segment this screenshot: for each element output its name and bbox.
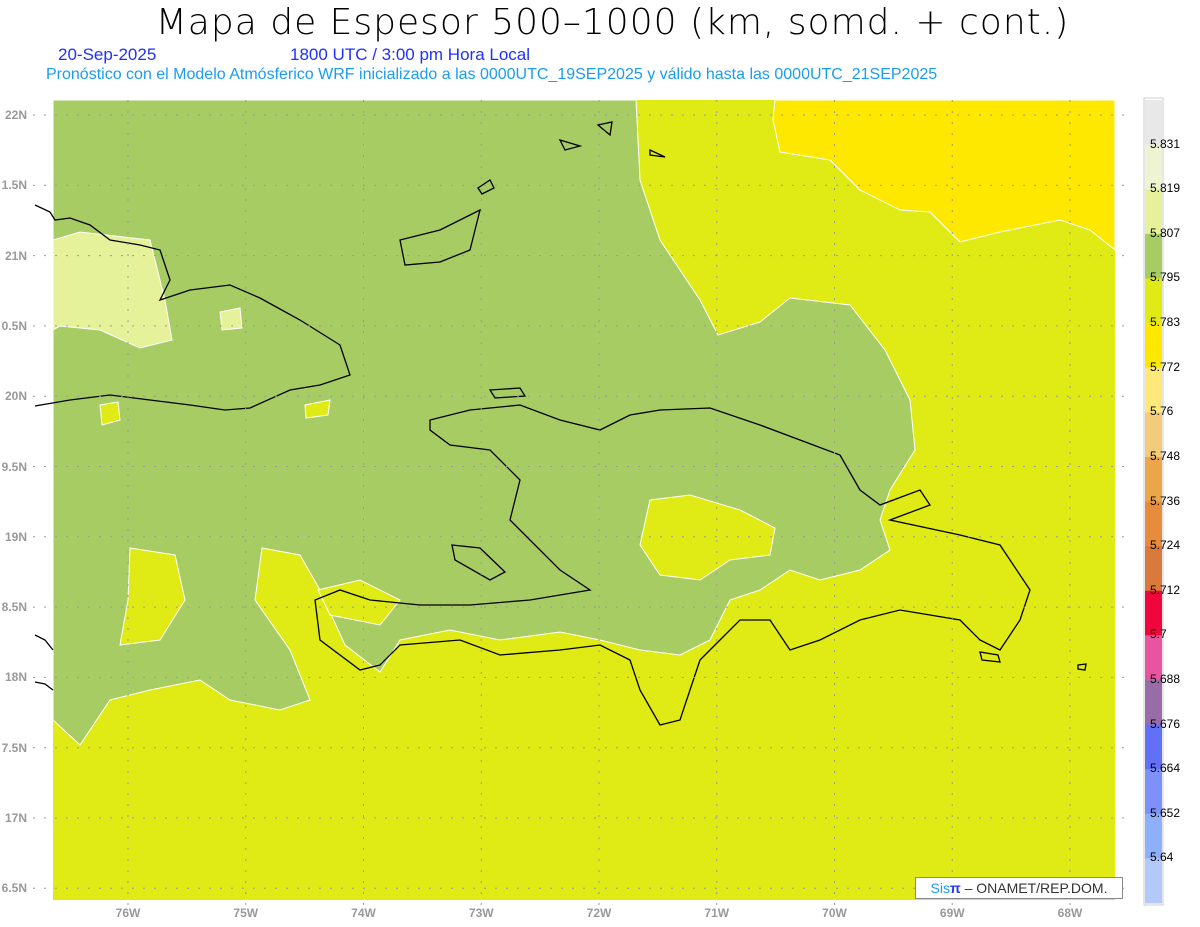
lat-label: 18N <box>4 670 27 685</box>
lat-label: 0.5N <box>1 318 27 333</box>
colorbar-label: 5.819 <box>1150 181 1181 196</box>
jamaica-fragment <box>34 634 54 691</box>
thickness-map-figure: Mapa de Espesor 500–1000 (km, somd. + co… <box>0 0 1200 927</box>
lon-label: 69W <box>939 906 965 920</box>
region-5807-5819-patch <box>219 307 243 331</box>
colorbar-label: 5.783 <box>1150 315 1181 330</box>
colorbar-label: 5.64 <box>1150 850 1174 865</box>
colorbar-label: 5.736 <box>1150 493 1181 508</box>
colorbar-label: 5.795 <box>1150 270 1181 285</box>
lon-label: 76W <box>115 906 141 920</box>
map-canvas <box>33 97 1164 906</box>
lat-label: 19N <box>4 529 27 544</box>
lon-label: 70W <box>822 906 847 920</box>
lon-label: 68W <box>1057 906 1083 920</box>
colorbar-label: 5.652 <box>1150 805 1181 820</box>
colorbar-label: 5.807 <box>1150 225 1181 240</box>
colorbar-label: 5.712 <box>1150 582 1181 597</box>
colorbar-label: 5.76 <box>1150 404 1174 419</box>
lat-label: 7.5N <box>1 740 27 755</box>
credit-sis: Sis <box>930 880 950 896</box>
colorbar-label: 5.676 <box>1150 716 1181 731</box>
lat-label: 21N <box>4 248 27 263</box>
lat-label: 22N <box>4 108 27 122</box>
colorbar-label: 5.664 <box>1150 761 1181 776</box>
lat-label: 17N <box>4 811 27 825</box>
credit-text: – ONAMET/REP.DOM. <box>964 880 1108 896</box>
colorbar-label: 5.688 <box>1150 671 1181 686</box>
lat-label: 8.5N <box>1 600 27 615</box>
lon-label: 73W <box>468 906 494 920</box>
colorbar-label: 5.7 <box>1150 627 1167 642</box>
lat-label: 1.5N <box>1 178 27 193</box>
lon-label: 72W <box>586 906 612 920</box>
lon-label: 75W <box>233 906 259 920</box>
credit-pi: π <box>949 880 961 896</box>
colorbar-label: 5.724 <box>1150 538 1181 553</box>
colorbar-label: 5.772 <box>1150 359 1181 374</box>
colorbar-label: 5.831 <box>1150 136 1181 151</box>
lat-label: 20N <box>4 389 27 404</box>
lon-label: 71W <box>704 906 730 920</box>
colorbar-label: 5.748 <box>1150 448 1181 463</box>
lat-label: 9.5N <box>1 459 27 474</box>
credit-box: Sisπ – ONAMET/REP.DOM. <box>915 877 1123 899</box>
lon-label: 74W <box>351 906 376 920</box>
lat-label: 6.5N <box>1 881 27 896</box>
colorbar-swatch <box>1145 858 1162 904</box>
